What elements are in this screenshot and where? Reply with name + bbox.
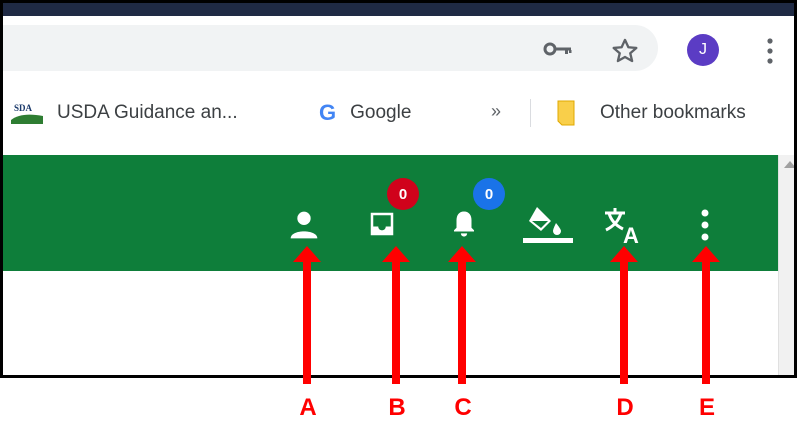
other-bookmarks-button[interactable]: Other bookmarks <box>556 91 746 135</box>
bookmarks-bar: SDA USDA Guidance an... G Google » Other… <box>3 91 794 135</box>
app-menu-icon[interactable] <box>699 209 711 243</box>
bookmark-label: USDA Guidance an... <box>57 102 238 123</box>
title-bar <box>3 3 794 16</box>
more-vert-icon[interactable] <box>763 37 777 65</box>
translate-icon[interactable]: A <box>603 205 645 245</box>
annotation-label-b: B <box>388 394 406 421</box>
annotation-arrow-b <box>382 246 410 384</box>
other-bookmarks-label: Other bookmarks <box>600 102 746 123</box>
scrollbar[interactable] <box>778 155 794 375</box>
annotation-label-a: A <box>299 394 317 421</box>
annotation-label-d: D <box>616 394 634 421</box>
svg-text:A: A <box>623 223 639 245</box>
annotation-arrow-c <box>448 246 476 384</box>
bookmark-google[interactable]: G Google <box>319 91 411 135</box>
annotation-label-e: E <box>698 394 715 421</box>
scroll-up-arrow-icon[interactable] <box>784 161 794 168</box>
annotation-arrow-d <box>610 246 638 384</box>
annotation-arrow-e <box>692 246 720 384</box>
usda-icon: SDA <box>11 103 43 124</box>
person-icon[interactable] <box>287 209 321 241</box>
paint-bucket-icon[interactable] <box>521 203 575 245</box>
bookmarks-overflow-button[interactable]: » <box>491 101 501 122</box>
inbox-badge: 0 <box>387 178 419 210</box>
annotation-label-c: C <box>454 394 472 421</box>
bell-icon[interactable] <box>449 207 479 241</box>
bookmark-label: Google <box>350 102 412 123</box>
svg-text:SDA: SDA <box>14 103 33 113</box>
bookmarks-divider <box>530 99 531 127</box>
notifications-badge: 0 <box>473 178 505 210</box>
annotation-arrow-a <box>293 246 321 384</box>
bookmark-usda[interactable]: SDA USDA Guidance an... <box>11 91 238 135</box>
google-icon: G <box>319 100 337 125</box>
key-icon[interactable] <box>543 39 573 59</box>
inbox-icon[interactable] <box>367 209 397 239</box>
profile-avatar[interactable]: J <box>687 34 719 66</box>
folder-icon <box>557 100 575 126</box>
star-icon[interactable] <box>611 37 639 65</box>
